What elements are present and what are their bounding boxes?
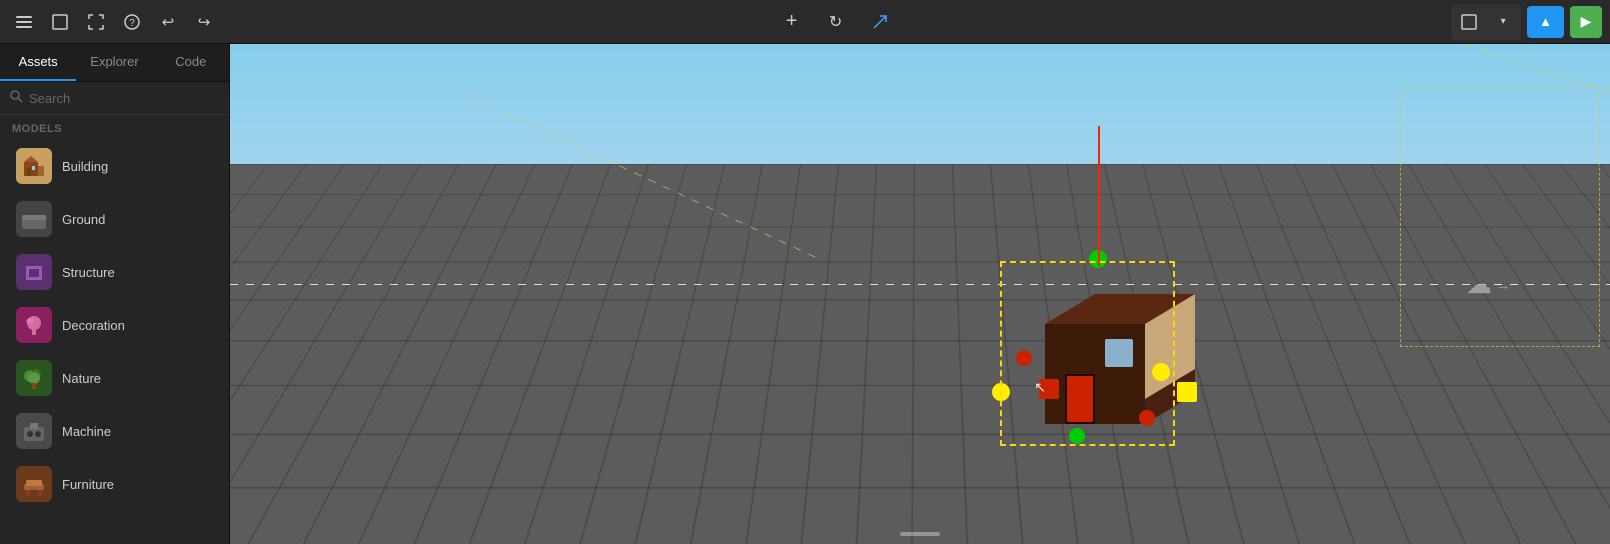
model-item-furniture[interactable]: Furniture <box>4 458 225 510</box>
model-name-furniture: Furniture <box>62 477 114 492</box>
building-selection-box <box>1000 261 1175 446</box>
tab-code[interactable]: Code <box>153 44 229 81</box>
add-object-button[interactable]: + <box>776 6 808 38</box>
model-item-nature[interactable]: Nature <box>4 352 225 404</box>
refresh-button[interactable]: ↻ <box>820 6 852 38</box>
model-name-ground: Ground <box>62 212 105 227</box>
move-tool-button[interactable] <box>864 6 896 38</box>
view-dropdown-button[interactable]: ▾ <box>1487 6 1519 38</box>
toolbar-right: ▾ ▲ ▶ <box>1451 4 1602 40</box>
model-name-machine: Machine <box>62 424 111 439</box>
arrow-icon: → <box>1496 277 1510 293</box>
model-name-nature: Nature <box>62 371 101 386</box>
publish-button[interactable]: ▲ <box>1527 6 1564 38</box>
play-icon: ▶ <box>1581 13 1592 30</box>
y-axis-handle <box>1098 126 1100 266</box>
model-item-decoration[interactable]: Decoration <box>4 299 225 351</box>
decoration-icon <box>16 307 52 343</box>
toolbar: ? ↩ ↪ + ↻ ▾ ▲ ▶ <box>0 0 1610 44</box>
svg-text:?: ? <box>129 18 135 29</box>
toolbar-left: ? ↩ ↪ <box>8 6 220 38</box>
cloud-icon: ☁ <box>1466 269 1492 300</box>
view-toggle-group: ▾ <box>1451 4 1521 40</box>
bottom-resize-handle[interactable] <box>895 524 945 544</box>
model-item-ground[interactable]: Ground <box>4 193 225 245</box>
model-name-decoration: Decoration <box>62 318 125 333</box>
model-name-building: Building <box>62 159 108 174</box>
redo-icon: ↪ <box>198 13 211 31</box>
model-item-structure[interactable]: Structure <box>4 246 225 298</box>
nature-icon <box>16 360 52 396</box>
window-button[interactable] <box>44 6 76 38</box>
redo-button[interactable]: ↪ <box>188 6 220 38</box>
search-input[interactable] <box>29 91 219 106</box>
model-item-building[interactable]: Building <box>4 140 225 192</box>
large-selection-box <box>1400 87 1600 347</box>
search-icon <box>10 90 23 106</box>
toolbar-center: + ↻ <box>224 6 1447 38</box>
canvas-area[interactable]: ☁ → ↖ <box>230 44 1610 544</box>
model-item-machine[interactable]: Machine <box>4 405 225 457</box>
menu-button[interactable] <box>8 6 40 38</box>
structure-icon <box>16 254 52 290</box>
handle-bar <box>900 532 940 536</box>
undo-icon: ↩ <box>162 13 175 31</box>
building-icon <box>16 148 52 184</box>
help-button[interactable]: ? <box>116 6 148 38</box>
publish-icon: ▲ <box>1539 14 1552 29</box>
main-area: Assets Explorer Code Models <box>0 44 1610 544</box>
tab-assets[interactable]: Assets <box>0 44 76 81</box>
machine-icon <box>16 413 52 449</box>
furniture-icon <box>16 466 52 502</box>
view-2d-button[interactable] <box>1453 6 1485 38</box>
play-button[interactable]: ▶ <box>1570 6 1602 38</box>
model-list: Building Ground <box>0 139 229 544</box>
sidebar-tabs: Assets Explorer Code <box>0 44 229 82</box>
undo-button[interactable]: ↩ <box>152 6 184 38</box>
tab-explorer[interactable]: Explorer <box>76 44 152 81</box>
fullscreen-button[interactable] <box>80 6 112 38</box>
models-label: Models <box>0 115 229 139</box>
model-name-structure: Structure <box>62 265 115 280</box>
ground-icon <box>16 201 52 237</box>
sidebar: Assets Explorer Code Models <box>0 44 230 544</box>
search-box <box>0 82 229 115</box>
